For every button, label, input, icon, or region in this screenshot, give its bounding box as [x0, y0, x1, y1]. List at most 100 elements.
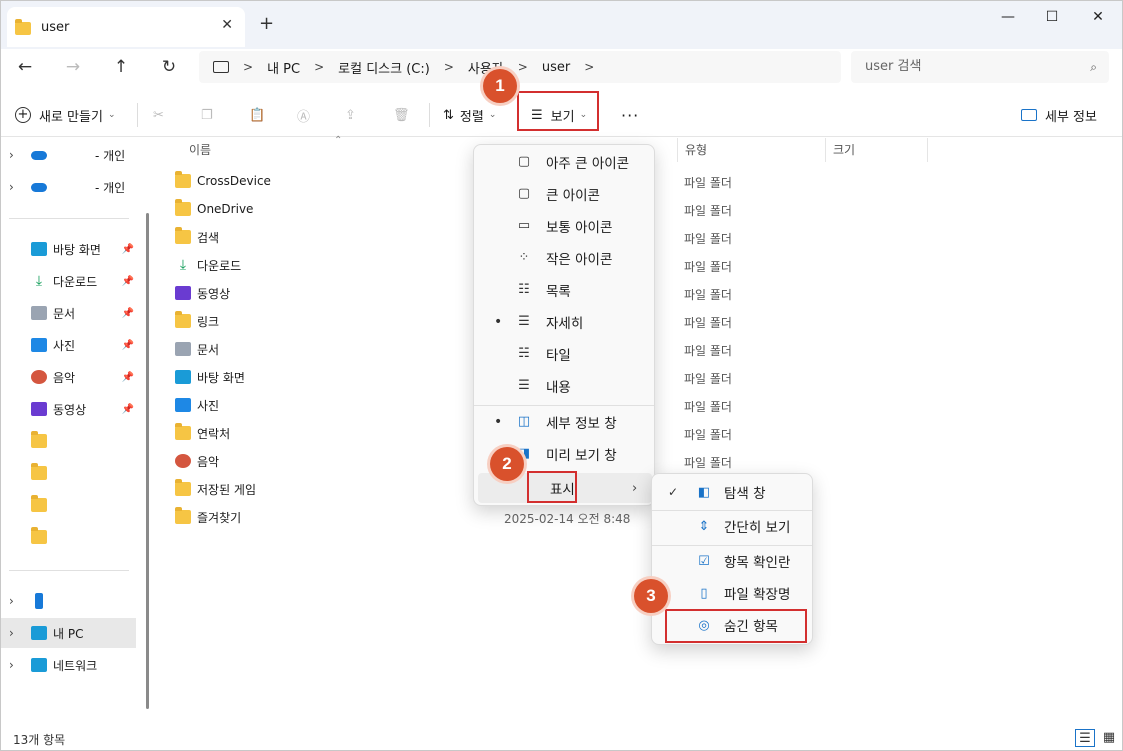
tiles-view-toggle-icon[interactable]: ▦ — [1099, 729, 1119, 747]
sidebar-item-folder[interactable] — [1, 490, 136, 520]
sidebar-item-documents[interactable]: 문서 📌 — [1, 298, 136, 328]
back-button[interactable]: ← — [15, 57, 35, 77]
close-window-button[interactable]: ✕ — [1088, 9, 1108, 29]
details-view-toggle-icon[interactable]: ☰ — [1075, 729, 1095, 747]
file-row[interactable]: CrossDevice — [169, 167, 469, 195]
sidebar-item-videos[interactable]: 동영상 📌 — [1, 394, 136, 424]
minimize-button[interactable]: — — [998, 9, 1018, 29]
file-row[interactable]: OneDrive — [169, 195, 469, 223]
file-name: 바탕 화면 — [197, 370, 245, 385]
column-header-type[interactable]: 유형 — [685, 138, 707, 162]
column-header-size[interactable]: 크기 — [833, 138, 855, 162]
sidebar-item-folder[interactable] — [1, 426, 136, 456]
sidebar-item-music[interactable]: 음악 📌 — [1, 362, 136, 392]
address-bar[interactable]: > 내 PC > 로컬 디스크 (C:) > 사용자 > user > — [199, 51, 841, 83]
tab-user[interactable]: user ✕ — [7, 7, 245, 47]
file-type: 파일 폴더 — [684, 316, 732, 330]
folder-icon — [31, 495, 47, 512]
submenu-item-compact-view[interactable]: ⇕ 간단히 보기 — [654, 511, 810, 541]
pin-icon[interactable]: 📌 — [122, 308, 134, 319]
submenu-item-navigation-pane[interactable]: ✓ ◧ 탐색 창 — [654, 477, 810, 507]
sidebar-item-desktop[interactable]: 바탕 화면 📌 — [1, 234, 136, 264]
sort-button[interactable]: ⇅ 정렬 ⌄ — [443, 105, 496, 125]
cut-icon[interactable]: ✂ — [153, 105, 164, 125]
desktop-icon — [175, 370, 191, 384]
pin-icon[interactable]: 📌 — [122, 244, 134, 255]
up-button[interactable]: ↑ — [111, 57, 131, 77]
menu-item-view-6[interactable]: ☵ 타일 — [478, 339, 652, 369]
sidebar-item-network[interactable]: › 네트워크 — [1, 650, 136, 680]
file-row[interactable]: 링크 — [169, 307, 469, 335]
download-icon: ⤓ — [179, 257, 187, 273]
column-divider[interactable] — [677, 138, 678, 162]
menu-item-view-7[interactable]: ☰ 내용 — [478, 371, 652, 401]
menu-item-label: 큰 아이콘 — [546, 188, 600, 204]
sidebar-item-folder[interactable] — [1, 458, 136, 488]
file-row[interactable]: 문서 — [169, 335, 469, 363]
selected-dot-icon: • — [494, 414, 503, 430]
sidebar-item-downloads[interactable]: ⤓ 다운로드 📌 — [1, 266, 136, 296]
column-divider[interactable] — [927, 138, 928, 162]
refresh-button[interactable]: ↻ — [159, 57, 179, 77]
close-tab-icon[interactable]: ✕ — [221, 17, 233, 33]
pin-icon[interactable]: 📌 — [122, 404, 134, 415]
file-name: 검색 — [197, 230, 220, 245]
submenu-item-file-extension[interactable]: ▯ 파일 확장명 — [654, 578, 810, 608]
paste-icon[interactable]: 📋 — [249, 105, 265, 125]
menu-item-pane-0[interactable]: • ◫ 세부 정보 창 — [478, 407, 652, 437]
file-row[interactable]: 연락처 — [169, 419, 469, 447]
new-tab-button[interactable]: + — [259, 13, 274, 34]
small-icons-icon: ⁘ — [518, 250, 530, 265]
menu-item-view-1[interactable]: ▢ 큰 아이콘 — [478, 179, 652, 209]
menu-item-view-2[interactable]: ▭ 보통 아이콘 — [478, 211, 652, 241]
rename-icon[interactable]: Ⓐ — [297, 105, 310, 125]
pin-icon[interactable]: 📌 — [122, 372, 134, 383]
menu-item-view-0[interactable]: ▢ 아주 큰 아이콘 — [478, 147, 652, 177]
breadcrumb-item[interactable]: user — [542, 60, 570, 75]
share-icon[interactable]: ⇪ — [345, 105, 356, 125]
chevron-down-icon: ⌄ — [107, 110, 116, 120]
pin-icon[interactable]: 📌 — [122, 276, 134, 287]
search-input[interactable]: user 검색 ⌕ — [851, 51, 1109, 83]
more-options-button[interactable]: ··· — [621, 105, 639, 125]
file-row[interactable]: 동영상 — [169, 279, 469, 307]
divider — [429, 103, 430, 127]
copy-icon[interactable]: ❐ — [201, 105, 213, 125]
sidebar-scrollbar[interactable] — [146, 213, 149, 709]
column-header-name[interactable]: 이름 — [189, 138, 211, 162]
file-row[interactable]: 저장된 게임 — [169, 475, 469, 503]
sidebar-item-onedrive-personal-2[interactable]: › - 개인 — [1, 172, 136, 202]
file-row[interactable]: 즐겨찾기 — [169, 503, 469, 531]
forward-button[interactable]: → — [63, 57, 83, 77]
maximize-button[interactable]: ☐ — [1042, 9, 1062, 29]
sidebar-item-phone[interactable]: › — [1, 586, 136, 616]
search-icon: ⌕ — [1090, 60, 1097, 74]
pin-icon[interactable]: 📌 — [122, 340, 134, 351]
menu-item-view-5[interactable]: • ☰ 자세히 — [478, 307, 652, 337]
sidebar-item-folder[interactable] — [1, 522, 136, 552]
menu-item-view-4[interactable]: ☷ 목록 — [478, 275, 652, 305]
large-icons-icon: ▢ — [517, 186, 531, 201]
title-bar: user ✕ + — ☐ ✕ — [1, 1, 1122, 49]
details-pane-button[interactable]: 세부 정보 — [1021, 105, 1097, 125]
file-name: 음악 — [197, 454, 220, 469]
menu-item-view-3[interactable]: ⁘ 작은 아이콘 — [478, 243, 652, 273]
step-badge-1: 1 — [483, 69, 517, 103]
file-row[interactable]: 바탕 화면 — [169, 363, 469, 391]
delete-icon[interactable]: 🗑 — [393, 105, 410, 125]
file-row[interactable]: 음악 — [169, 447, 469, 475]
folder-icon — [15, 19, 31, 35]
column-divider[interactable] — [825, 138, 826, 162]
folder-icon — [175, 227, 191, 244]
sidebar-item-this-pc[interactable]: › 내 PC — [1, 618, 136, 648]
file-row[interactable]: ⤓ 다운로드 — [169, 251, 469, 279]
file-row[interactable]: 검색 — [169, 223, 469, 251]
sidebar-item-pictures[interactable]: 사진 📌 — [1, 330, 136, 360]
breadcrumb-item[interactable]: 로컬 디스크 (C:) — [338, 58, 430, 77]
sidebar-item-onedrive-personal-1[interactable]: › - 개인 — [1, 140, 136, 170]
breadcrumb-item[interactable]: 내 PC — [267, 58, 300, 77]
file-row[interactable]: 사진 — [169, 391, 469, 419]
folder-icon — [175, 423, 191, 440]
submenu-item-checkbox[interactable]: ☑ 항목 확인란 — [654, 546, 810, 576]
new-button[interactable]: + 새로 만들기 ⌄ — [15, 105, 115, 125]
